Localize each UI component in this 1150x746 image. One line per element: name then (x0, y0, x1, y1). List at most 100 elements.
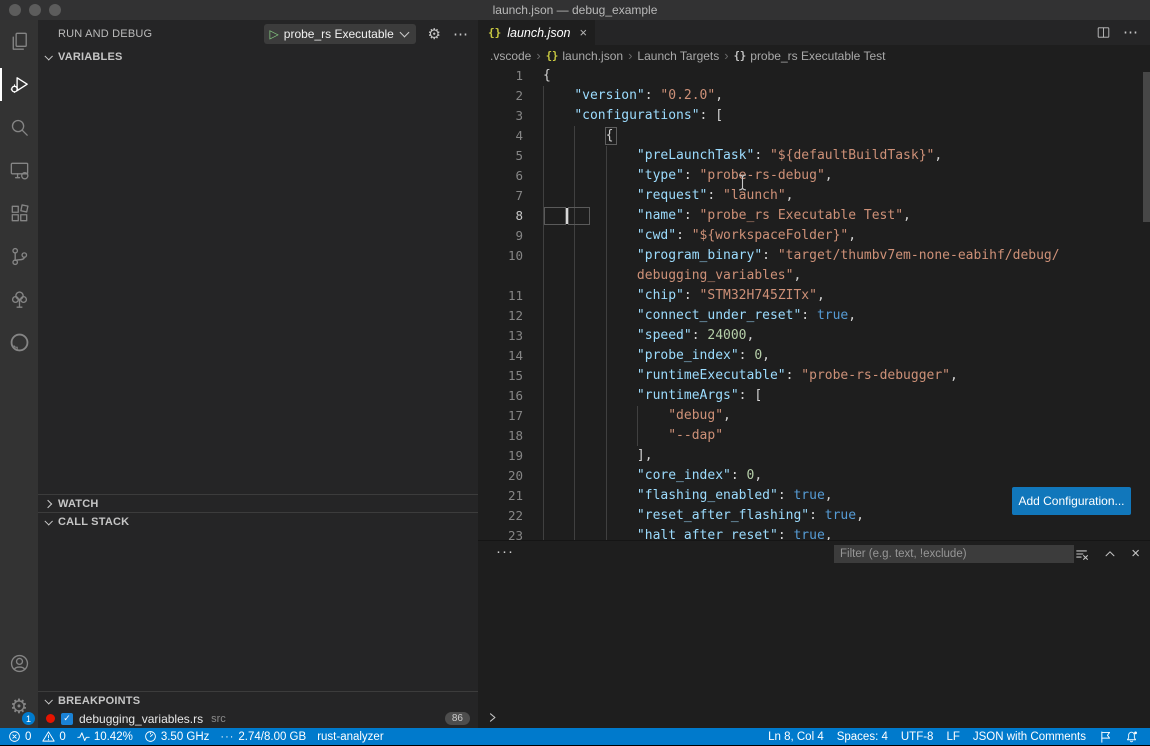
code-line[interactable]: 15 "runtimeExecutable": "probe-rs-debugg… (478, 366, 1150, 386)
editor-scrollbar[interactable] (1143, 72, 1150, 222)
panel-filter-input[interactable] (834, 545, 1074, 563)
warning-triangle-icon (42, 730, 55, 743)
code-line[interactable]: 1{ (478, 66, 1150, 86)
feedback-icon (1099, 730, 1112, 743)
code-line[interactable]: 10 "program_binary": "target/thumbv7em-n… (478, 246, 1150, 266)
code-line[interactable]: 17 "debug", (478, 406, 1150, 426)
code-text: "reset_after_flashing": true, (543, 506, 864, 526)
maximize-panel-icon[interactable] (1103, 547, 1117, 561)
code-text: "name": "probe_rs Executable Test", (543, 206, 911, 226)
add-configuration-button[interactable]: Add Configuration... (1012, 487, 1131, 515)
code-line[interactable]: 11 "chip": "STM32H745ZITx", (478, 286, 1150, 306)
breadcrumb-item[interactable]: .vscode (490, 49, 531, 63)
code-editor[interactable]: 1{2 "version": "0.2.0",3 "configurations… (478, 66, 1150, 540)
variables-empty-area (38, 66, 478, 494)
explorer-icon[interactable] (0, 20, 38, 63)
code-line[interactable]: 7 "request": "launch", (478, 186, 1150, 206)
vscode-window: launch.json — debug_example ⚙1 RUN AND D… (0, 0, 1150, 745)
breadcrumb-item[interactable]: {}probe_rs Executable Test (734, 49, 886, 63)
status-lf[interactable]: LF (946, 731, 959, 743)
status-spaces-4[interactable]: Spaces: 4 (837, 731, 888, 743)
section-breakpoints[interactable]: BREAKPOINTS (38, 691, 478, 709)
settings-gear-icon[interactable]: ⚙1 (0, 685, 38, 728)
panel-tabs-overflow[interactable]: ··· (496, 543, 514, 560)
code-line[interactable]: 4 { (478, 126, 1150, 146)
line-number: 20 (478, 466, 523, 486)
status-ln-8-col-4[interactable]: Ln 8, Col 4 (768, 731, 824, 743)
line-number: 1 (478, 66, 523, 86)
code-text: "--dap" (543, 426, 723, 446)
status-error-circle[interactable]: 0 (8, 730, 31, 743)
code-line[interactable]: 3 "configurations": [ (478, 106, 1150, 126)
split-editor-icon[interactable] (1096, 25, 1111, 40)
status-pulse[interactable]: 10.42% (77, 730, 133, 743)
code-line[interactable]: 20 "core_index": 0, (478, 466, 1150, 486)
editor-more-actions-icon[interactable]: ⋯ (1123, 25, 1138, 40)
code-line[interactable]: 13 "speed": 24000, (478, 326, 1150, 346)
code-text: "configurations": [ (543, 106, 723, 126)
start-debugging-icon[interactable]: ▷ (270, 28, 279, 40)
code-text: { (543, 66, 551, 86)
debug-console-output[interactable] (478, 567, 1150, 706)
line-number: 17 (478, 406, 523, 426)
extensions-icon[interactable] (0, 192, 38, 235)
pulse-icon (77, 730, 90, 743)
remote-explorer-icon[interactable] (0, 149, 38, 192)
tab-close-icon[interactable]: × (580, 25, 588, 40)
code-text: "probe_index": 0, (543, 346, 770, 366)
code-line[interactable]: 9 "cwd": "${workspaceFolder}", (478, 226, 1150, 246)
line-number: 8 (478, 206, 523, 226)
section-watch[interactable]: WATCH (38, 494, 478, 512)
line-number: 16 (478, 386, 523, 406)
section-variables-label: VARIABLES (58, 51, 123, 63)
breadcrumb-item[interactable]: Launch Targets (637, 49, 719, 63)
debug-settings-gear-icon[interactable]: ⚙ (428, 27, 441, 42)
breakpoint-checkbox[interactable]: ✓ (61, 713, 73, 725)
breakpoint-line-badge: 86 (445, 712, 470, 725)
breakpoint-file: debugging_variables.rs (79, 712, 203, 726)
clear-all-icon[interactable] (1075, 547, 1089, 561)
status-gauge[interactable]: 3.50 GHz (144, 730, 210, 743)
code-text: "request": "launch", (543, 186, 793, 206)
code-line[interactable]: 5 "preLaunchTask": "${defaultBuildTask}"… (478, 146, 1150, 166)
code-line[interactable]: 16 "runtimeArgs": [ (478, 386, 1150, 406)
run-and-debug-icon[interactable] (0, 63, 38, 106)
status-warning-triangle[interactable]: 0 (42, 730, 65, 743)
debug-more-actions-icon[interactable]: ⋯ (453, 27, 468, 42)
code-line[interactable]: 23 "halt_after_reset": true, (478, 526, 1150, 540)
section-call-stack[interactable]: CALL STACK (38, 512, 478, 530)
launch-configuration-dropdown[interactable]: ▷ probe_rs Executable Test (264, 24, 416, 44)
call-stack-empty-area (38, 530, 478, 691)
code-text: "type": "probe-rs-debug", (543, 166, 833, 186)
code-line[interactable]: 19 ], (478, 446, 1150, 466)
code-line[interactable]: debugging_variables", (478, 266, 1150, 286)
code-line[interactable]: 18 "--dap" (478, 426, 1150, 446)
github-icon[interactable] (0, 321, 38, 364)
tree-icon[interactable] (0, 278, 38, 321)
debug-console-input[interactable] (478, 706, 1150, 728)
search-icon[interactable] (0, 106, 38, 149)
breakpoint-list-item[interactable]: ✓ debugging_variables.rs src 86 (38, 709, 478, 728)
source-control-icon[interactable] (0, 235, 38, 278)
code-line[interactable]: 2 "version": "0.2.0", (478, 86, 1150, 106)
status-feedback[interactable] (1099, 730, 1112, 743)
code-line[interactable]: 14 "probe_index": 0, (478, 346, 1150, 366)
code-line[interactable]: 12 "connect_under_reset": true, (478, 306, 1150, 326)
line-number: 10 (478, 246, 523, 266)
status-memory-dots[interactable]: ···2.74/8.00 GB (220, 731, 306, 743)
code-text: { (543, 126, 613, 146)
code-text: debugging_variables", (543, 266, 801, 286)
code-line[interactable]: 6 "type": "probe-rs-debug", (478, 166, 1150, 186)
editor-group: {} launch.json × ⋯ .vscode›{}launch.json… (478, 20, 1150, 728)
close-panel-icon[interactable]: × (1131, 546, 1140, 561)
account-icon[interactable] (0, 642, 38, 685)
status-bell-dot[interactable] (1125, 730, 1138, 743)
status-utf-8[interactable]: UTF-8 (901, 731, 934, 743)
line-number: 13 (478, 326, 523, 346)
object-brackets-icon: {} (734, 50, 747, 62)
status-rust-analyzer[interactable]: rust-analyzer (317, 731, 383, 743)
status-json-with-comments[interactable]: JSON with Comments (973, 731, 1086, 743)
section-variables[interactable]: VARIABLES (38, 48, 478, 66)
tab-launch-json[interactable]: {} launch.json × (478, 20, 595, 45)
breadcrumb-item[interactable]: {}launch.json (546, 49, 623, 63)
